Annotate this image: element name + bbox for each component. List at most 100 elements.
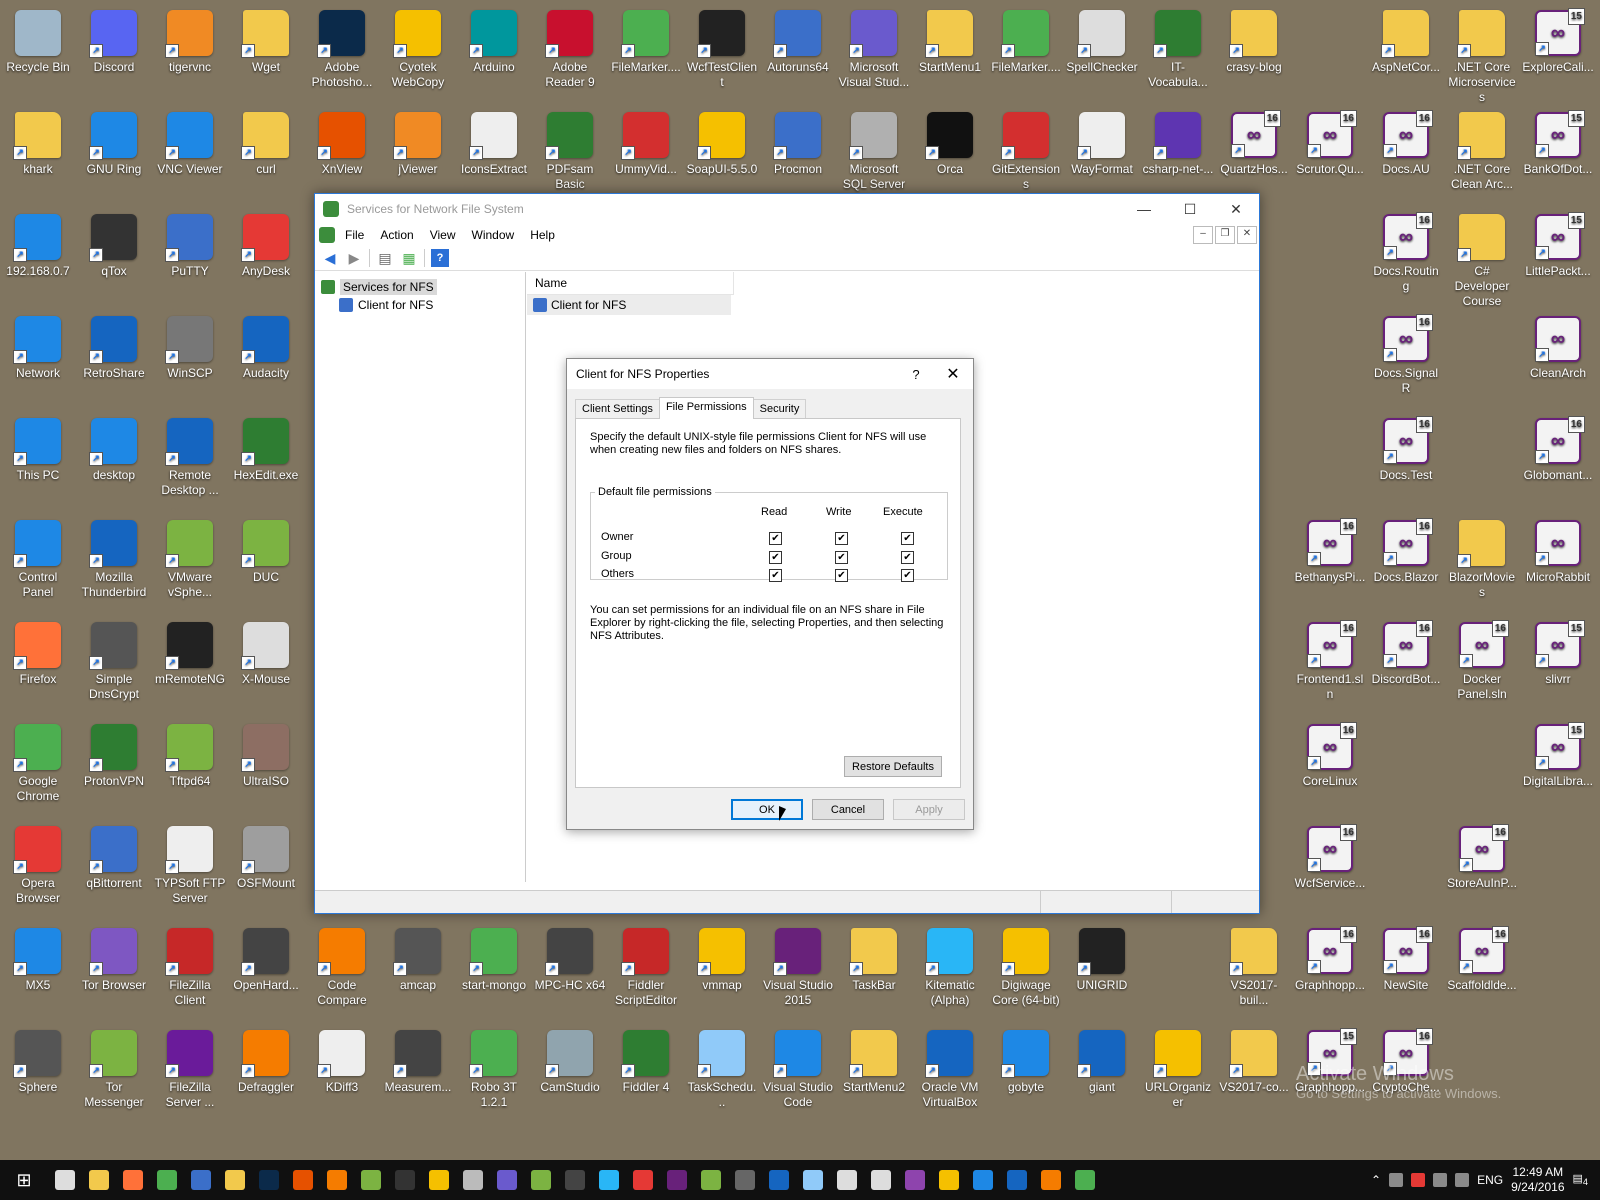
desktop-icon[interactable]: ↗ BlazorMovies xyxy=(1444,510,1520,608)
desktop-icon[interactable]: ↗ Opera Browser xyxy=(0,816,76,914)
desktop-icon[interactable]: ↗ vmmap xyxy=(684,918,760,1016)
desktop-icon[interactable]: ↗ curl xyxy=(228,102,304,200)
minimize-button[interactable]: — xyxy=(1121,194,1167,224)
desktop-icon[interactable]: ↗ Wget xyxy=(228,0,304,98)
desktop-icon[interactable]: ∞ 16 ↗ WcfService... xyxy=(1292,816,1368,914)
desktop-icon[interactable]: ↗ Adobe Reader 9 xyxy=(532,0,608,98)
action-center-icon[interactable]: ▤4 xyxy=(1573,1172,1589,1187)
tray-icon[interactable] xyxy=(1411,1173,1426,1187)
desktop-icon[interactable]: ∞ 16 ↗ Scrutor.Qu... xyxy=(1292,102,1368,200)
desktop-icon[interactable]: ↗ MPC-HC x64 xyxy=(532,918,608,1016)
desktop-icon[interactable]: ↗ C# Developer Course xyxy=(1444,204,1520,308)
column-header-name[interactable]: Name xyxy=(527,272,734,295)
desktop-icon[interactable]: ↗ StartMenu1 xyxy=(912,0,988,98)
tree-node-services-for-nfs[interactable]: Services for NFS xyxy=(315,278,525,296)
clock[interactable]: 12:49 AM 9/24/2016 xyxy=(1511,1165,1564,1195)
tab-file-permissions[interactable]: File Permissions xyxy=(658,397,754,419)
desktop-icon[interactable]: ↗ Audacity xyxy=(228,306,304,404)
desktop-icon[interactable]: ↗ mRemoteNG xyxy=(152,612,228,710)
desktop-icon[interactable]: ↗ tigervnc xyxy=(152,0,228,98)
desktop-icon[interactable]: ↗ RetroShare xyxy=(76,306,152,404)
terminal-icon[interactable] xyxy=(388,1160,422,1200)
desktop-icon[interactable]: ↗ gobyte xyxy=(988,1020,1064,1118)
list-item[interactable]: Client for NFS xyxy=(527,295,731,315)
desktop-icon[interactable]: ↗ IconsExtract xyxy=(456,102,532,200)
owner-execute-checkbox[interactable]: ✔ xyxy=(901,532,914,545)
desktop-icon[interactable]: ↗ TYPSoft FTP Server xyxy=(152,816,228,914)
windows-start-icon[interactable]: ⊞ xyxy=(0,1160,48,1200)
retroshare-icon[interactable] xyxy=(762,1160,796,1200)
desktop-icon[interactable]: ∞ 15 ↗ ExploreCali... xyxy=(1520,0,1596,98)
desktop-icon[interactable]: ↗ VS2017-co... xyxy=(1216,1020,1292,1118)
desktop-icon[interactable]: ↗ X-Mouse xyxy=(228,612,304,710)
notepad-icon[interactable] xyxy=(354,1160,388,1200)
mdi-minimize-button[interactable]: – xyxy=(1193,226,1213,244)
desktop-icon[interactable]: ∞ 16 ↗ QuartzHos... xyxy=(1216,102,1292,200)
desktop-icon[interactable]: ↗ qTox xyxy=(76,204,152,302)
paper-icon[interactable] xyxy=(796,1160,830,1200)
desktop-icon[interactable]: ↗ Tor Browser xyxy=(76,918,152,1016)
desktop-icon[interactable]: ↗ VNC Viewer xyxy=(152,102,228,200)
desktop-icon[interactable]: ↗ Tftpd64 xyxy=(152,714,228,812)
desktop-icon[interactable]: ∞ 16 ↗ BethanysPi... xyxy=(1292,510,1368,608)
menu-view[interactable]: View xyxy=(430,228,468,242)
desktop-icon[interactable]: ↗ .NET Core Clean Arc... xyxy=(1444,102,1520,200)
soapui-icon[interactable] xyxy=(422,1160,456,1200)
desktop-icon[interactable]: ↗ Network xyxy=(0,306,76,404)
desktop-icon[interactable]: ↗ Sphere xyxy=(0,1020,76,1118)
desktop-icon[interactable]: ∞ 16 ↗ Graphhopp... xyxy=(1292,918,1368,1016)
desktop-icon[interactable]: ↗ Cyotek WebCopy xyxy=(380,0,456,98)
desktop-icon[interactable]: ↗ Orca xyxy=(912,102,988,200)
dialog-titlebar[interactable]: Client for NFS Properties ? ✕ xyxy=(567,359,973,389)
tray-overflow-icon[interactable]: ⌃ xyxy=(1371,1173,1381,1187)
desktop-icon[interactable]: ↗ XnView xyxy=(304,102,380,200)
desktop-icon[interactable]: ↗ Visual Studio 2015 xyxy=(760,918,836,1016)
desktop-icon[interactable]: ∞ 16 ↗ Globomant... xyxy=(1520,408,1596,506)
desktop-icon[interactable]: ↗ Code Compare xyxy=(304,918,380,1016)
menu-file[interactable]: File xyxy=(345,228,376,242)
desktop-icon[interactable]: ↗ csharp-net-... xyxy=(1140,102,1216,200)
desktop-icon[interactable]: ↗ AnyDesk xyxy=(228,204,304,302)
photoshop-icon[interactable] xyxy=(252,1160,286,1200)
gobyte-icon[interactable] xyxy=(966,1160,1000,1200)
desktop-icon[interactable]: ↗ Tor Messenger xyxy=(76,1020,152,1118)
desktop-icon[interactable]: ∞ 15 ↗ BankOfDot... xyxy=(1520,102,1596,200)
unigrid-icon[interactable] xyxy=(1034,1160,1068,1200)
mdi-system-icon[interactable] xyxy=(319,227,335,243)
spreadsheet-icon[interactable] xyxy=(1068,1160,1102,1200)
desktop-icon[interactable]: ∞ 15 ↗ LittlePackt... xyxy=(1520,204,1596,302)
desktop-icon[interactable]: ∞ 16 ↗ DiscordBot... xyxy=(1368,612,1444,710)
desktop-icon[interactable]: ↗ khark xyxy=(0,102,76,200)
desktop-icon[interactable]: ↗ SoapUI-5.5.0 xyxy=(684,102,760,200)
desktop-icon[interactable]: ∞ ↗ MicroRabbit xyxy=(1520,510,1596,608)
others-read-checkbox[interactable]: ✔ xyxy=(769,569,782,582)
ok-button[interactable]: OK xyxy=(731,799,803,820)
owner-read-checkbox[interactable]: ✔ xyxy=(769,532,782,545)
desktop-icon[interactable]: ↗ Simple DnsCrypt xyxy=(76,612,152,710)
desktop-icon[interactable]: ↗ start-mongo xyxy=(456,918,532,1016)
desktop-icon[interactable]: ↗ ProtonVPN xyxy=(76,714,152,812)
mpc-icon[interactable] xyxy=(558,1160,592,1200)
desktop-icon[interactable]: ↗ GNU Ring xyxy=(76,102,152,200)
desktop-icon[interactable]: ↗ Control Panel xyxy=(0,510,76,608)
desktop-icon[interactable]: ∞ 15 ↗ slivrr xyxy=(1520,612,1596,710)
tree-node-client-for-nfs[interactable]: Client for NFS xyxy=(315,296,525,314)
desktop-icon[interactable]: ↗ Adobe Photosho... xyxy=(304,0,380,98)
desktop-icon[interactable]: ↗ MX5 xyxy=(0,918,76,1016)
desktop-icon[interactable]: ↗ TaskBar xyxy=(836,918,912,1016)
desktop-icon[interactable]: ↗ This PC xyxy=(0,408,76,506)
desktop-icon[interactable]: ↗ KDiff3 xyxy=(304,1020,380,1118)
apply-button[interactable]: Apply xyxy=(893,799,965,820)
desktop-icon[interactable]: ↗ OpenHard... xyxy=(228,918,304,1016)
task-view-icon[interactable] xyxy=(48,1160,82,1200)
folder-icon[interactable] xyxy=(218,1160,252,1200)
desktop-icon[interactable]: ↗ Fiddler 4 xyxy=(608,1020,684,1118)
file-explorer-icon[interactable] xyxy=(82,1160,116,1200)
desktop-icon[interactable]: ↗ StartMenu2 xyxy=(836,1020,912,1118)
firefox-icon[interactable] xyxy=(116,1160,150,1200)
mremoteng-icon[interactable] xyxy=(728,1160,762,1200)
desktop-icon[interactable]: ↗ desktop xyxy=(76,408,152,506)
desktop-icon[interactable]: ↗ URLOrganizer xyxy=(1140,1020,1216,1118)
desktop-icon[interactable]: ↗ UNIGRID xyxy=(1064,918,1140,1016)
menu-window[interactable]: Window xyxy=(472,228,527,242)
